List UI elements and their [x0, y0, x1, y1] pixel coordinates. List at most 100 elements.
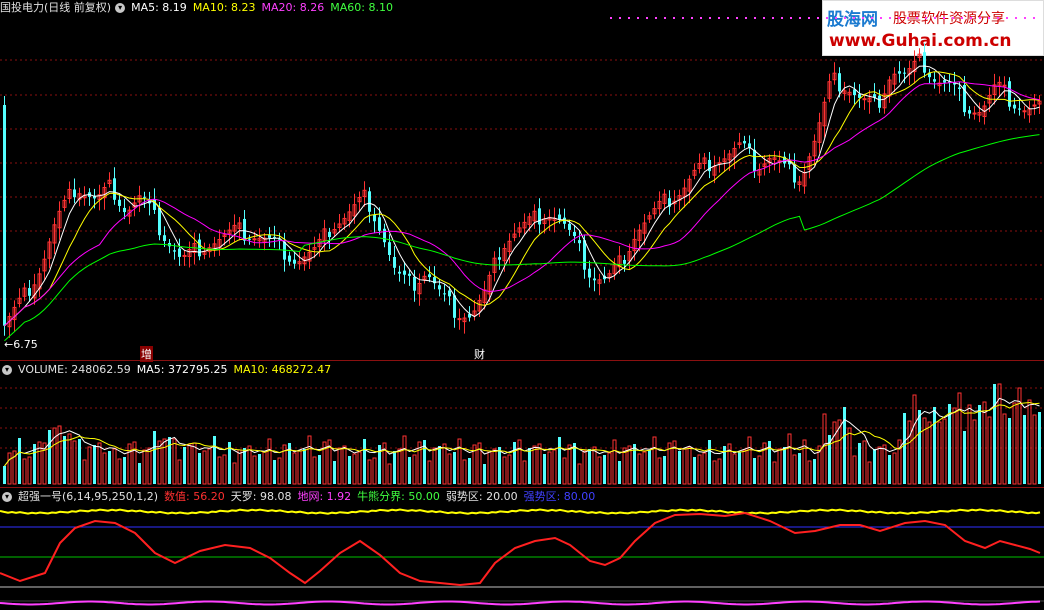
marker-dot: [673, 17, 675, 19]
volume-bar-up: [262, 451, 267, 485]
volume-bar-down: [948, 404, 951, 484]
volume-bar-up: [27, 456, 32, 485]
volume-bar-up: [627, 445, 632, 485]
candle-down: [1008, 81, 1011, 107]
candle-down: [118, 199, 121, 206]
indicator-name[interactable]: 超强一号(6,14,95,250,1,2): [18, 490, 158, 503]
marker-dot: [916, 17, 918, 19]
volume-bar-down: [183, 447, 186, 484]
volume-bar-up: [397, 448, 402, 485]
volume-bar-down: [348, 456, 351, 484]
marker-dot: [880, 17, 882, 19]
candle-down: [568, 223, 571, 230]
volume-bar-up: [582, 450, 587, 485]
volume-bar-down: [93, 445, 96, 484]
candle-down: [403, 270, 406, 275]
volume-bar-down: [438, 446, 441, 484]
candle-down: [903, 72, 906, 74]
volume-bar-down: [333, 461, 336, 484]
candle-down: [583, 240, 586, 270]
marker-dot: [835, 17, 837, 19]
marker-dot: [997, 17, 999, 19]
volume-bar-down: [903, 413, 906, 484]
upper-band-line: [0, 508, 1041, 515]
panel-divider[interactable]: [0, 360, 1044, 361]
marker-dot: [610, 17, 612, 19]
volume-bar-up: [757, 455, 762, 485]
volume-bar-down: [558, 437, 561, 484]
volume-bar-up: [492, 448, 497, 485]
candle-down: [573, 231, 576, 237]
low-price-marker: ←6.75: [4, 338, 38, 351]
marker-dot: [1015, 17, 1017, 19]
volume-bar-up: [132, 441, 137, 485]
volume-bar-up: [877, 446, 882, 485]
volume-bar-up: [447, 453, 452, 485]
marker-dot: [925, 17, 927, 19]
volume-bar-down: [303, 449, 306, 484]
volume-bar-up: [562, 457, 567, 485]
indicator-chart[interactable]: [0, 503, 1044, 610]
volume-bar-up: [177, 459, 182, 485]
candle-down: [28, 288, 31, 296]
volume-bar-up: [22, 458, 27, 485]
ma20-readout: MA20: 8.26: [261, 1, 325, 14]
candle-down: [158, 207, 161, 236]
volume-bar-down: [603, 455, 606, 484]
volume-bar-up: [507, 454, 512, 485]
volume-bar-up: [487, 450, 492, 485]
panel-divider[interactable]: [0, 487, 1044, 488]
volume-bar-up: [117, 458, 122, 485]
candle-up: [252, 238, 257, 241]
volume-bar-up: [142, 449, 147, 485]
marker-dot: [619, 17, 621, 19]
volume-chart[interactable]: [0, 378, 1044, 486]
volume-bar-up: [312, 456, 317, 485]
settings-circle-icon[interactable]: ▾: [2, 492, 12, 502]
volume-bar-up: [462, 459, 467, 485]
settings-circle-icon[interactable]: ▾: [115, 3, 126, 13]
candle-down: [73, 189, 76, 198]
volume-ma10-line: [4, 401, 1040, 467]
candle-down: [163, 235, 166, 241]
candle-down: [538, 208, 541, 225]
volume-bar-down: [273, 460, 276, 484]
candle-down: [968, 110, 971, 114]
marker-dot: [889, 17, 891, 19]
volume-bar-down: [48, 430, 51, 484]
marker-dot: [907, 17, 909, 19]
volume-bar-down: [393, 451, 396, 484]
volume-bar-down: [483, 464, 486, 484]
volume-ma5-line: [4, 397, 1040, 467]
volume-bar-up: [937, 421, 942, 485]
candle-down: [123, 207, 126, 213]
price-chart[interactable]: [0, 16, 1044, 360]
candle-down: [178, 248, 181, 257]
marker-dot: [745, 17, 747, 19]
settings-circle-icon[interactable]: ▾: [2, 365, 12, 375]
volume-bar-down: [753, 458, 756, 484]
candle-down: [243, 218, 246, 241]
marker-dot: [1033, 17, 1035, 19]
volume-bar-down: [3, 466, 6, 484]
volume-bar-up: [7, 452, 12, 485]
stock-title[interactable]: 国投电力(日线 前复权): [0, 1, 111, 14]
volume-bar-down: [933, 407, 936, 484]
candle-down: [1013, 104, 1016, 109]
volume-bar-up: [367, 459, 372, 485]
candle-down: [558, 214, 561, 220]
volume-bar-up: [927, 421, 932, 485]
volume-bar-up: [162, 438, 167, 485]
volume-bar-down: [543, 454, 546, 484]
candle-down: [393, 257, 396, 268]
marker-dot: [754, 17, 756, 19]
volume-bar-down: [1038, 412, 1041, 484]
volume-bar-up: [537, 443, 542, 485]
marker-dot: [952, 17, 954, 19]
volume-bar-down: [843, 407, 846, 484]
volume-bar-down: [123, 457, 126, 484]
candle-down: [593, 278, 596, 281]
volume-bar-up: [97, 442, 102, 485]
volume-bar-down: [198, 453, 201, 484]
marker-dot: [727, 17, 729, 19]
